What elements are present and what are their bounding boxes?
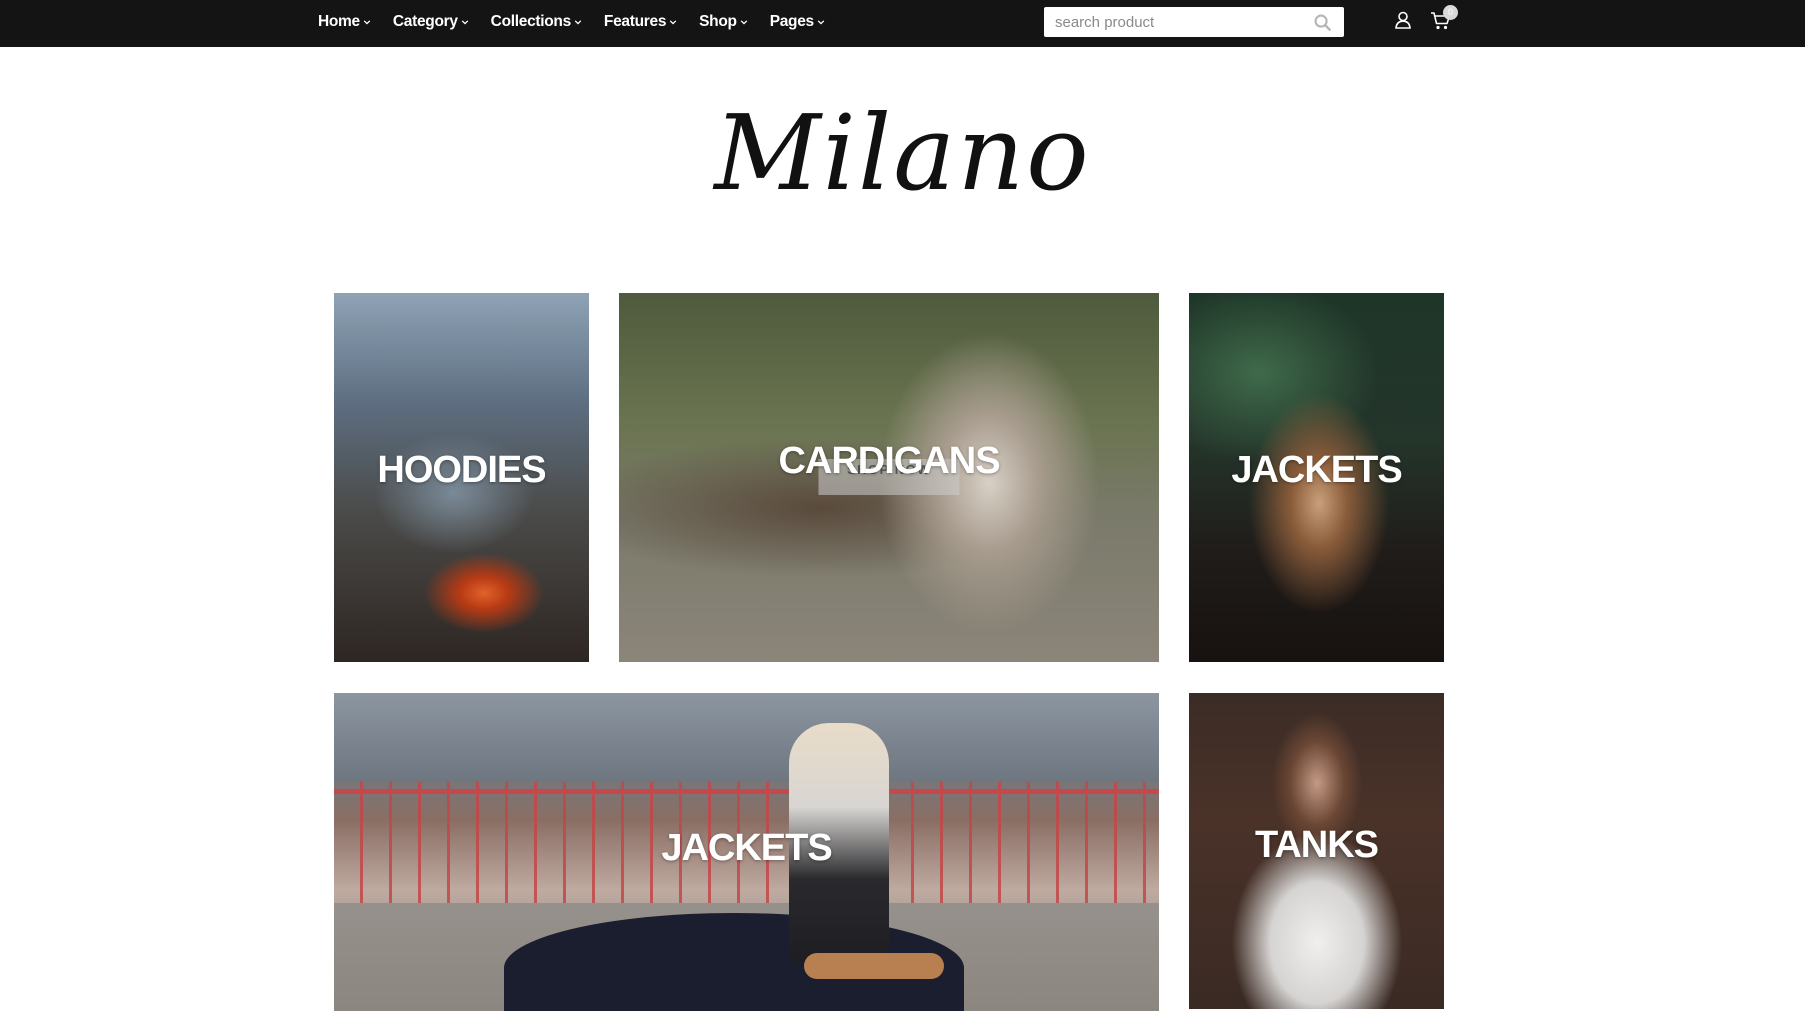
nav-item-label: Pages [769,13,814,30]
nav-item-category[interactable]: Category [393,13,469,31]
nav-item-pages[interactable]: Pages [770,13,825,31]
site-logo[interactable]: Milano [0,78,1805,228]
nav-item-label: Shop [699,13,737,30]
search-input[interactable] [1044,7,1304,37]
nav-item-collections[interactable]: Collections [491,13,582,31]
category-tile-jackets-wide[interactable]: JACKETS [334,693,1159,1011]
cart-count-badge: 0 [1443,5,1458,20]
nav-item-home[interactable]: Home [318,13,371,31]
tile-label: JACKETS [661,827,832,869]
chevron-down-icon [740,20,747,25]
chevron-down-icon [363,20,371,25]
top-navbar: Home Category Collections Features Shop … [0,0,1805,47]
tile-label: CARDIGANS [778,440,1000,482]
category-tile-tanks[interactable]: TANKS [1189,693,1444,1009]
chevron-down-icon [574,20,582,25]
category-tile-cardigans[interactable]: SHOP NOW CARDIGANS [619,293,1159,662]
nav-item-shop[interactable]: Shop [699,13,748,31]
tile-label: JACKETS [1231,449,1402,491]
nav-item-label: Collections [490,13,572,30]
image-railing [334,789,1159,794]
category-tile-jackets[interactable]: JACKETS [1189,293,1444,662]
main-menu: Home Category Collections Features Shop … [318,0,847,44]
search-box [1044,7,1344,37]
chevron-down-icon [669,20,677,25]
tile-label: HOODIES [377,449,546,491]
chevron-down-icon [817,20,825,25]
category-tile-hoodies[interactable]: HOODIES [334,293,589,662]
nav-item-label: Home [318,13,360,30]
nav-item-label: Category [392,13,458,30]
chevron-down-icon [461,20,468,25]
nav-item-features[interactable]: Features [604,13,677,31]
search-icon[interactable] [1313,13,1332,32]
tile-label: TANKS [1254,824,1379,866]
user-icon[interactable] [1393,10,1413,30]
nav-item-label: Features [603,13,667,30]
image-seat [804,953,944,979]
